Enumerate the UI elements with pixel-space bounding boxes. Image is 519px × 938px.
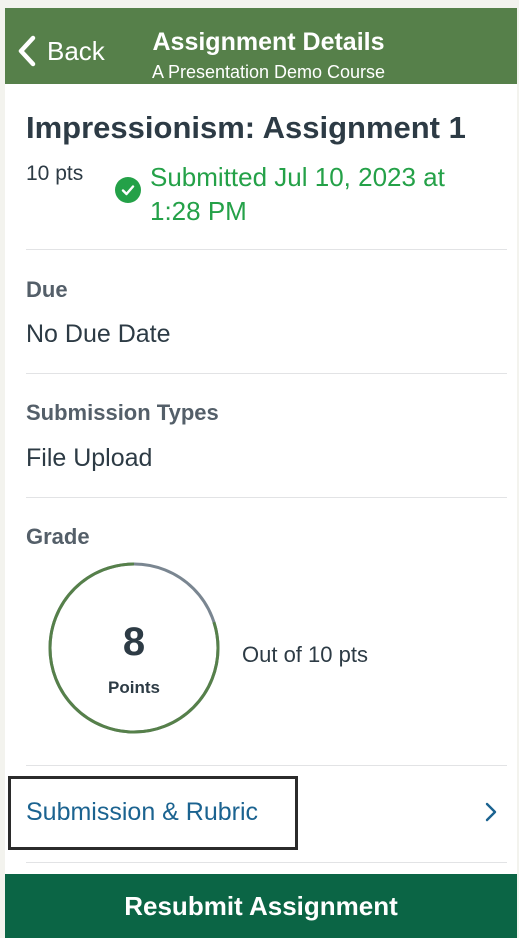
- chevron-right-icon: [485, 802, 497, 822]
- divider: [26, 497, 507, 498]
- grade-label: Grade: [26, 524, 90, 549]
- assignment-points: 10 pts: [26, 162, 84, 185]
- header-subtitle: A Presentation Demo Course: [151, 62, 386, 82]
- assignment-details: Impressionism: Assignment 1 10 pts Submi…: [5, 84, 517, 874]
- due-label: Due: [26, 277, 68, 302]
- submission-types-label: Submission Types: [26, 400, 219, 425]
- assignment-title: Impressionism: Assignment 1: [26, 110, 466, 145]
- divider: [26, 765, 507, 766]
- header-title: Assignment Details: [152, 28, 385, 56]
- screen: Back Assignment Details A Presentation D…: [0, 0, 519, 938]
- submission-status: Submitted Jul 10, 2023 at 1:28 PM: [150, 162, 445, 226]
- grade-score: 8: [122, 620, 146, 664]
- check-circle-icon: [115, 177, 141, 203]
- submission-rubric-link[interactable]: Submission & Rubric: [26, 798, 258, 827]
- grade-out-of: Out of 10 pts: [242, 642, 368, 667]
- due-value: No Due Date: [26, 320, 171, 348]
- resubmit-assignment-button[interactable]: Resubmit Assignment: [5, 874, 517, 938]
- divider: [26, 373, 507, 374]
- divider: [26, 862, 507, 863]
- grade-score-unit: Points: [108, 678, 160, 697]
- divider: [26, 249, 507, 250]
- submission-types-value: File Upload: [26, 444, 153, 472]
- submission-rubric-row[interactable]: Submission & Rubric: [5, 774, 517, 854]
- nav-header: Back Assignment Details A Presentation D…: [5, 8, 517, 84]
